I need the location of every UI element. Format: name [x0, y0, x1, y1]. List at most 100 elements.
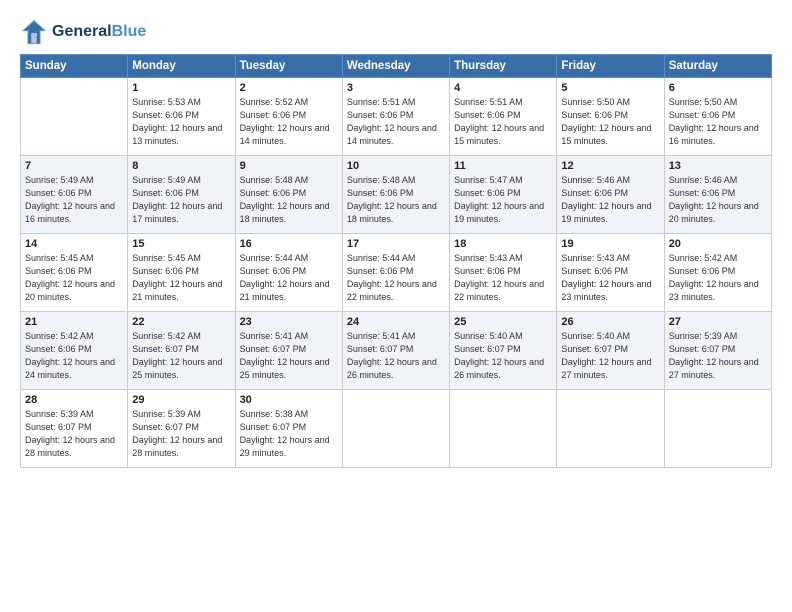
- week-row-4: 21 Sunrise: 5:42 AM Sunset: 6:06 PM Dayli…: [21, 312, 772, 390]
- day-info: Sunrise: 5:52 AM Sunset: 6:06 PM Dayligh…: [240, 96, 338, 148]
- day-number: 3: [347, 82, 445, 94]
- day-info: Sunrise: 5:44 AM Sunset: 6:06 PM Dayligh…: [347, 252, 445, 304]
- day-number: 13: [669, 160, 767, 172]
- day-info: Sunrise: 5:51 AM Sunset: 6:06 PM Dayligh…: [454, 96, 552, 148]
- calendar-cell: 10 Sunrise: 5:48 AM Sunset: 6:06 PM Dayli…: [342, 156, 449, 234]
- calendar-cell: 4 Sunrise: 5:51 AM Sunset: 6:06 PM Daylig…: [450, 78, 557, 156]
- calendar-cell: 23Sunrise: 5:41 AM Sunset: 6:07 PM Dayli…: [235, 312, 342, 390]
- calendar-cell: 8Sunrise: 5:49 AM Sunset: 6:06 PM Daylig…: [128, 156, 235, 234]
- day-number: 20: [669, 238, 767, 250]
- calendar-cell: 13 Sunrise: 5:46 AM Sunset: 6:06 PM Dayli…: [664, 156, 771, 234]
- day-number: 8: [132, 160, 230, 172]
- day-info: Sunrise: 5:46 AM Sunset: 6:06 PM Dayligh…: [561, 174, 659, 226]
- day-number: 4: [454, 82, 552, 94]
- calendar-cell: [21, 78, 128, 156]
- day-info: Sunrise: 5:49 AM Sunset: 6:06 PM Dayligh…: [25, 174, 123, 226]
- calendar-cell: 18 Sunrise: 5:43 AM Sunset: 6:06 PM Dayli…: [450, 234, 557, 312]
- day-number: 21: [25, 316, 123, 328]
- day-info: Sunrise: 5:40 AM Sunset: 6:07 PM Dayligh…: [561, 330, 659, 382]
- day-number: 12: [561, 160, 659, 172]
- day-number: 5: [561, 82, 659, 94]
- day-number: 1: [132, 82, 230, 94]
- day-info: Sunrise: 5:41 AM Sunset: 6:07 PM Dayligh…: [347, 330, 445, 382]
- calendar-cell: 6Sunrise: 5:50 AM Sunset: 6:06 PM Daylig…: [664, 78, 771, 156]
- day-number: 30: [240, 394, 338, 406]
- weekday-header-thursday: Thursday: [450, 55, 557, 78]
- calendar-cell: 15Sunrise: 5:45 AM Sunset: 6:06 PM Dayli…: [128, 234, 235, 312]
- calendar-cell: 11Sunrise: 5:47 AM Sunset: 6:06 PM Dayli…: [450, 156, 557, 234]
- calendar-cell: 27 Sunrise: 5:39 AM Sunset: 6:07 PM Dayli…: [664, 312, 771, 390]
- week-row-1: 1 Sunrise: 5:53 AM Sunset: 6:06 PM Daylig…: [21, 78, 772, 156]
- day-number: 17: [347, 238, 445, 250]
- day-number: 24: [347, 316, 445, 328]
- day-number: 28: [25, 394, 123, 406]
- calendar-cell: 25 Sunrise: 5:40 AM Sunset: 6:07 PM Dayli…: [450, 312, 557, 390]
- week-row-3: 14Sunrise: 5:45 AM Sunset: 6:06 PM Dayli…: [21, 234, 772, 312]
- day-info: Sunrise: 5:44 AM Sunset: 6:06 PM Dayligh…: [240, 252, 338, 304]
- calendar-cell: 28 Sunrise: 5:39 AM Sunset: 6:07 PM Dayli…: [21, 390, 128, 468]
- calendar-cell: 21 Sunrise: 5:42 AM Sunset: 6:06 PM Dayli…: [21, 312, 128, 390]
- day-number: 29: [132, 394, 230, 406]
- day-info: Sunrise: 5:53 AM Sunset: 6:06 PM Dayligh…: [132, 96, 230, 148]
- calendar-cell: 5Sunrise: 5:50 AM Sunset: 6:06 PM Daylig…: [557, 78, 664, 156]
- day-number: 15: [132, 238, 230, 250]
- calendar-cell: 2Sunrise: 5:52 AM Sunset: 6:06 PM Daylig…: [235, 78, 342, 156]
- calendar-cell: 19 Sunrise: 5:43 AM Sunset: 6:06 PM Dayli…: [557, 234, 664, 312]
- week-row-5: 28 Sunrise: 5:39 AM Sunset: 6:07 PM Dayli…: [21, 390, 772, 468]
- calendar-cell: 20 Sunrise: 5:42 AM Sunset: 6:06 PM Dayli…: [664, 234, 771, 312]
- calendar-cell: 30 Sunrise: 5:38 AM Sunset: 6:07 PM Dayli…: [235, 390, 342, 468]
- day-info: Sunrise: 5:41 AM Sunset: 6:07 PM Dayligh…: [240, 330, 338, 382]
- calendar-cell: 14Sunrise: 5:45 AM Sunset: 6:06 PM Dayli…: [21, 234, 128, 312]
- weekday-header-tuesday: Tuesday: [235, 55, 342, 78]
- day-info: Sunrise: 5:43 AM Sunset: 6:06 PM Dayligh…: [561, 252, 659, 304]
- day-number: 25: [454, 316, 552, 328]
- calendar-cell: 26 Sunrise: 5:40 AM Sunset: 6:07 PM Dayli…: [557, 312, 664, 390]
- day-number: 18: [454, 238, 552, 250]
- day-number: 26: [561, 316, 659, 328]
- day-info: Sunrise: 5:48 AM Sunset: 6:06 PM Dayligh…: [347, 174, 445, 226]
- day-info: Sunrise: 5:40 AM Sunset: 6:07 PM Dayligh…: [454, 330, 552, 382]
- weekday-header-wednesday: Wednesday: [342, 55, 449, 78]
- calendar-cell: 7Sunrise: 5:49 AM Sunset: 6:06 PM Daylig…: [21, 156, 128, 234]
- page: GeneralBlue SundayMondayTuesdayWednesday…: [0, 0, 792, 612]
- calendar-cell: 29 Sunrise: 5:39 AM Sunset: 6:07 PM Dayli…: [128, 390, 235, 468]
- calendar-cell: [664, 390, 771, 468]
- day-info: Sunrise: 5:46 AM Sunset: 6:06 PM Dayligh…: [669, 174, 767, 226]
- header-row: SundayMondayTuesdayWednesdayThursdayFrid…: [21, 55, 772, 78]
- day-info: Sunrise: 5:50 AM Sunset: 6:06 PM Dayligh…: [669, 96, 767, 148]
- day-info: Sunrise: 5:42 AM Sunset: 6:07 PM Dayligh…: [132, 330, 230, 382]
- day-info: Sunrise: 5:42 AM Sunset: 6:06 PM Dayligh…: [669, 252, 767, 304]
- calendar-cell: [450, 390, 557, 468]
- calendar-cell: 24 Sunrise: 5:41 AM Sunset: 6:07 PM Dayli…: [342, 312, 449, 390]
- day-info: Sunrise: 5:48 AM Sunset: 6:06 PM Dayligh…: [240, 174, 338, 226]
- day-number: 10: [347, 160, 445, 172]
- calendar-cell: 16Sunrise: 5:44 AM Sunset: 6:06 PM Dayli…: [235, 234, 342, 312]
- weekday-header-saturday: Saturday: [664, 55, 771, 78]
- day-number: 9: [240, 160, 338, 172]
- day-info: Sunrise: 5:42 AM Sunset: 6:06 PM Dayligh…: [25, 330, 123, 382]
- day-number: 11: [454, 160, 552, 172]
- logo-text: GeneralBlue: [52, 23, 146, 41]
- day-info: Sunrise: 5:51 AM Sunset: 6:06 PM Dayligh…: [347, 96, 445, 148]
- calendar-cell: [342, 390, 449, 468]
- day-number: 14: [25, 238, 123, 250]
- day-number: 19: [561, 238, 659, 250]
- calendar-cell: 12 Sunrise: 5:46 AM Sunset: 6:06 PM Dayli…: [557, 156, 664, 234]
- header: GeneralBlue: [20, 18, 772, 46]
- day-info: Sunrise: 5:39 AM Sunset: 6:07 PM Dayligh…: [132, 408, 230, 460]
- calendar-cell: 3 Sunrise: 5:51 AM Sunset: 6:06 PM Daylig…: [342, 78, 449, 156]
- day-info: Sunrise: 5:38 AM Sunset: 6:07 PM Dayligh…: [240, 408, 338, 460]
- calendar-cell: 1 Sunrise: 5:53 AM Sunset: 6:06 PM Daylig…: [128, 78, 235, 156]
- logo-icon: [20, 18, 48, 46]
- day-info: Sunrise: 5:39 AM Sunset: 6:07 PM Dayligh…: [669, 330, 767, 382]
- calendar-cell: 9 Sunrise: 5:48 AM Sunset: 6:06 PM Daylig…: [235, 156, 342, 234]
- weekday-header-sunday: Sunday: [21, 55, 128, 78]
- calendar-table: SundayMondayTuesdayWednesdayThursdayFrid…: [20, 54, 772, 468]
- day-info: Sunrise: 5:43 AM Sunset: 6:06 PM Dayligh…: [454, 252, 552, 304]
- day-number: 27: [669, 316, 767, 328]
- logo: GeneralBlue: [20, 18, 146, 46]
- calendar-cell: [557, 390, 664, 468]
- calendar-cell: 22 Sunrise: 5:42 AM Sunset: 6:07 PM Dayli…: [128, 312, 235, 390]
- day-number: 22: [132, 316, 230, 328]
- day-info: Sunrise: 5:39 AM Sunset: 6:07 PM Dayligh…: [25, 408, 123, 460]
